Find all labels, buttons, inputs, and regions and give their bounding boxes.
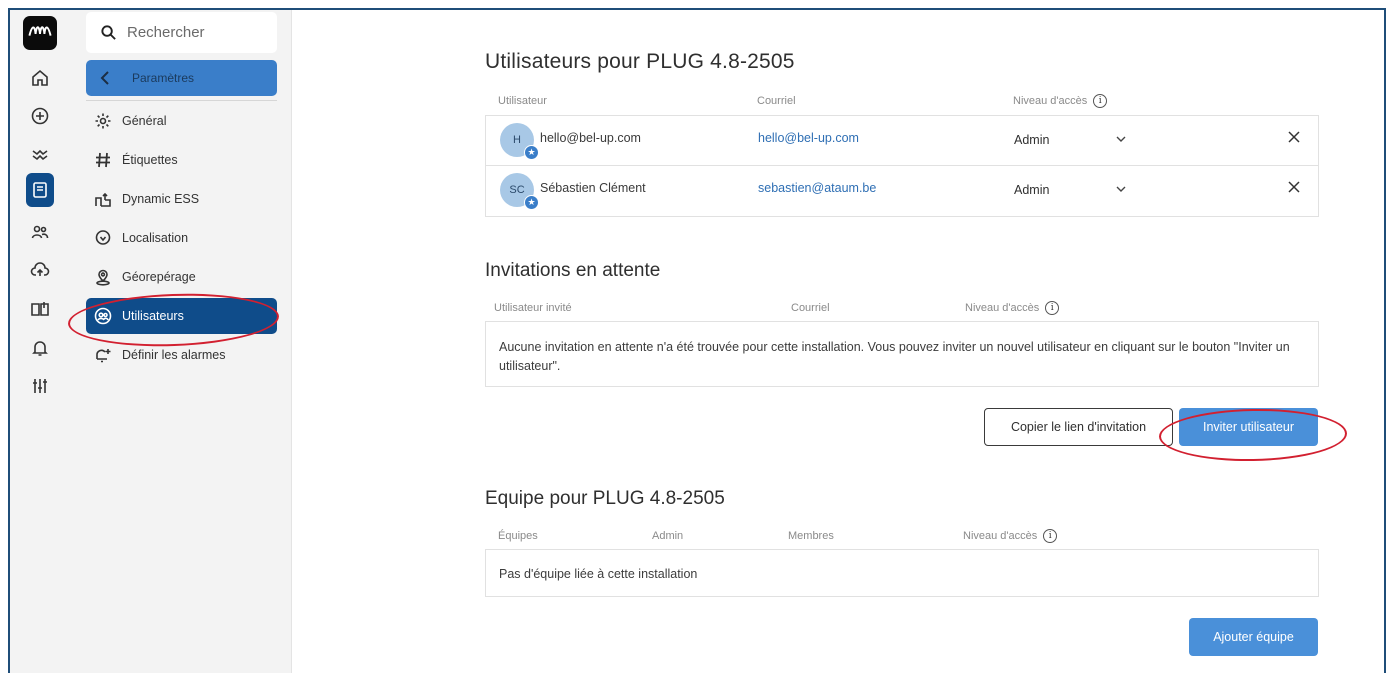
nav-item-users[interactable]: Utilisateurs (86, 298, 277, 334)
info-icon[interactable]: i (1045, 301, 1060, 315)
nav-label: Utilisateurs (122, 309, 184, 323)
nav-label: Localisation (122, 231, 189, 245)
installation-icon[interactable] (26, 173, 54, 207)
users-table: H ★ hello@bel-up.com hello@bel-up.com Ad… (485, 115, 1319, 217)
search-placeholder: Rechercher (127, 24, 205, 41)
chevron-left-icon (100, 71, 109, 85)
nav-item-alarms[interactable]: Définir les alarmes (86, 337, 277, 373)
info-icon[interactable]: i (1093, 94, 1108, 108)
table-row: SC ★ Sébastien Clément sebastien@ataum.b… (486, 166, 1318, 216)
empty-invitations-message: Aucune invitation en attente n'a été tro… (499, 340, 1290, 373)
col-header-email: Courriel (757, 95, 796, 107)
geofence-icon (94, 268, 112, 286)
user-email: hello@bel-up.com (758, 131, 859, 145)
home-icon[interactable] (28, 66, 52, 90)
location-pin-icon (94, 229, 112, 247)
add-circle-icon[interactable] (28, 104, 52, 128)
invitations-title: Invitations en attente (485, 260, 661, 281)
user-name: Sébastien Clément (540, 181, 646, 195)
col-header-level-label: Niveau d'accès (963, 530, 1038, 542)
nav-label: Général (122, 114, 167, 128)
remove-user-close-icon[interactable] (1286, 129, 1302, 145)
users-icon (94, 307, 112, 325)
nav-item-geofencing[interactable]: Géorepérage (86, 259, 277, 295)
col-header-user: Utilisateur (498, 95, 547, 107)
waves-icon[interactable] (28, 142, 52, 166)
info-icon[interactable]: i (1043, 529, 1058, 543)
hashtag-icon (94, 151, 112, 169)
bell-icon[interactable] (28, 336, 52, 360)
gear-icon (94, 112, 112, 130)
admin-star-icon: ★ (524, 145, 539, 160)
user-name: hello@bel-up.com (540, 131, 641, 145)
nav-item-labels[interactable]: Étiquettes (86, 142, 277, 178)
nav-item-dynamic-ess[interactable]: Dynamic ESS (86, 181, 277, 217)
col-header-level: Niveau d'accès i (965, 301, 1060, 315)
col-header-members: Membres (788, 530, 834, 542)
victron-logo-icon[interactable] (23, 16, 57, 50)
teams-title: Equipe pour PLUG 4.8-2505 (485, 488, 725, 509)
user-email: sebastien@ataum.be (758, 181, 877, 195)
col-header-invited-user: Utilisateur invité (494, 302, 572, 314)
invitations-table: Aucune invitation en attente n'a été tro… (485, 321, 1319, 387)
search-icon (101, 25, 116, 40)
book-icon[interactable] (28, 297, 52, 321)
search-input[interactable]: Rechercher (86, 12, 277, 53)
remove-user-close-icon[interactable] (1286, 179, 1302, 195)
nav-label: Géorepérage (122, 270, 196, 284)
users-section-title: Utilisateurs pour PLUG 4.8-2505 (485, 50, 795, 73)
col-header-level-label: Niveau d'accès (965, 302, 1040, 314)
settings-sidebar: Rechercher Paramètres Général Étiquettes… (70, 10, 292, 673)
copy-invitation-link-button[interactable]: Copier le lien d'invitation (984, 408, 1173, 446)
teams-table: Pas d'équipe liée à cette installation (485, 549, 1319, 597)
access-level-select[interactable]: Admin (1014, 183, 1049, 197)
add-team-button[interactable]: Ajouter équipe (1189, 618, 1318, 656)
col-header-level: Niveau d'accès i (963, 529, 1058, 543)
invite-user-button[interactable]: Inviter utilisateur (1179, 408, 1318, 446)
col-header-admin: Admin (652, 530, 684, 542)
app-window: Rechercher Paramètres Général Étiquettes… (8, 8, 1386, 673)
nav-label: Étiquettes (122, 153, 178, 167)
cloud-upload-icon[interactable] (28, 258, 52, 282)
nav-label: Dynamic ESS (122, 192, 200, 206)
chevron-down-icon[interactable] (1114, 182, 1128, 196)
back-label: Paramètres (132, 71, 195, 85)
divider (86, 100, 277, 101)
col-header-level-label: Niveau d'accès (1013, 95, 1088, 107)
admin-star-icon: ★ (524, 195, 539, 210)
bell-plus-icon (94, 346, 112, 364)
ess-icon (94, 190, 112, 208)
nav-item-location[interactable]: Localisation (86, 220, 277, 256)
sliders-icon[interactable] (28, 374, 52, 398)
back-to-settings-button[interactable]: Paramètres (86, 60, 277, 96)
col-header-email: Courriel (791, 302, 830, 314)
icon-rail (10, 10, 70, 673)
table-row: H ★ hello@bel-up.com hello@bel-up.com Ad… (486, 116, 1318, 166)
team-icon[interactable] (28, 220, 52, 244)
col-header-teams: Équipes (498, 530, 538, 542)
chevron-down-icon[interactable] (1114, 132, 1128, 146)
access-level-select[interactable]: Admin (1014, 133, 1049, 147)
col-header-level: Niveau d'accès i (1013, 94, 1108, 108)
empty-teams-message: Pas d'équipe liée à cette installation (499, 567, 698, 581)
nav-label: Définir les alarmes (122, 348, 226, 362)
main-content: Utilisateurs pour PLUG 4.8-2505 Utilisat… (292, 10, 1384, 673)
nav-item-general[interactable]: Général (86, 103, 277, 139)
